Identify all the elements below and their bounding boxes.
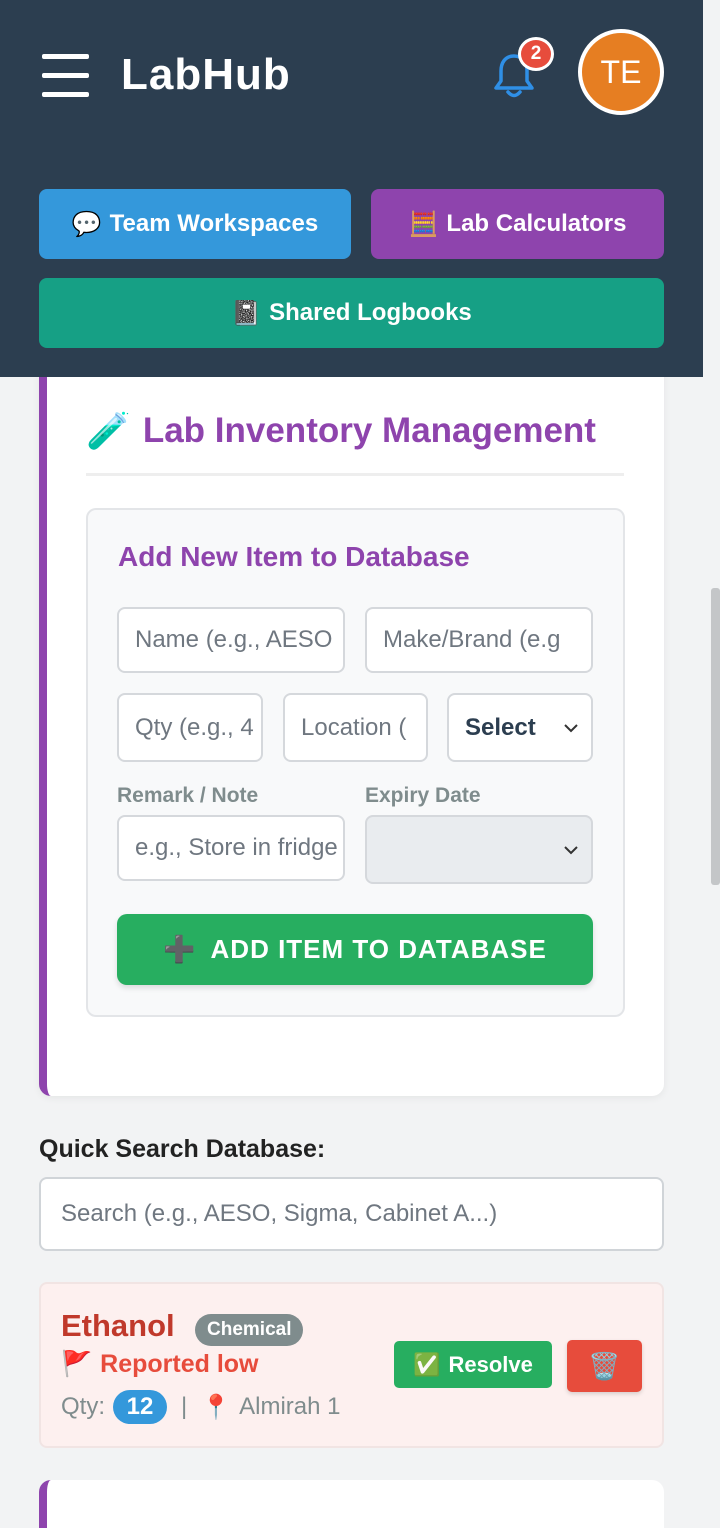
remark-input[interactable]: e.g., Store in fridge [117,815,345,881]
inventory-title: 🧪 Lab Inventory Management [86,410,596,452]
qty-badge: 12 [113,1390,168,1424]
make-brand-input[interactable]: Make/Brand (e.g [365,607,593,673]
location-pin-icon: 📍 [201,1393,232,1421]
test-tube-icon: 🧪 [86,410,131,451]
user-avatar[interactable]: TE [578,29,664,115]
trash-icon: 🗑️ [588,1350,621,1381]
resolve-button[interactable]: ✅ Resolve [394,1341,552,1388]
app-title: LabHub [121,50,291,99]
category-badge: Chemical [195,1314,304,1346]
shared-logbooks-button[interactable]: 📓 Shared Logbooks [39,278,664,348]
resolve-label: Resolve [448,1351,533,1377]
item-location: Almirah 1 [239,1393,341,1420]
item-name-input[interactable]: Name (e.g., AESO [117,607,345,673]
title-divider [86,473,624,476]
inventory-title-text: Lab Inventory Management [142,411,596,450]
search-input[interactable]: Search (e.g., AESO, Sigma, Cabinet A...) [39,1177,664,1251]
expiry-date-select[interactable] [365,815,593,884]
top-header: LabHub 2 TE 💬 Team Workspaces 🧮 Lab Calc… [0,0,703,377]
scrollbar[interactable] [711,588,720,885]
item-meta: Qty: 12 | 📍 Almirah 1 [61,1390,341,1424]
lab-calculators-button[interactable]: 🧮 Lab Calculators [371,189,664,259]
shared-logbooks-label: Shared Logbooks [269,299,472,326]
chevron-down-icon [564,723,578,732]
speech-bubble-icon: 💬 [71,210,102,238]
category-select[interactable]: Select [447,693,593,762]
hamburger-menu-icon[interactable] [42,54,90,98]
quantity-input[interactable]: Qty (e.g., 4 [117,693,263,762]
search-label: Quick Search Database: [39,1135,326,1163]
meta-separator: | [181,1393,188,1420]
plus-icon: ➕ [163,934,197,964]
chevron-down-icon [564,845,578,854]
item-status-text: Reported low [100,1350,259,1378]
item-name: Ethanol [61,1308,175,1343]
qty-label: Qty: [61,1393,106,1420]
delete-button[interactable]: 🗑️ [567,1340,642,1392]
abacus-icon: 🧮 [408,210,439,238]
add-item-label: ADD ITEM TO DATABASE [210,934,547,964]
category-select-value: Select [465,713,536,741]
notification-count-badge: 2 [518,37,554,71]
lab-calculators-label: Lab Calculators [446,210,627,237]
next-section-card [39,1480,664,1528]
item-status: 🚩 Reported low [61,1350,258,1379]
add-item-button[interactable]: ➕ ADD ITEM TO DATABASE [117,914,593,985]
team-workspaces-button[interactable]: 💬 Team Workspaces [39,189,351,259]
notebook-icon: 📓 [231,299,262,327]
form-title: Add New Item to Database [118,541,470,572]
red-flag-icon: 🚩 [61,1350,93,1378]
expiry-label: Expiry Date [365,784,481,807]
location-input[interactable]: Location ( [283,693,428,762]
team-workspaces-label: Team Workspaces [109,210,319,237]
remark-label: Remark / Note [117,784,259,807]
check-icon: ✅ [413,1351,441,1377]
